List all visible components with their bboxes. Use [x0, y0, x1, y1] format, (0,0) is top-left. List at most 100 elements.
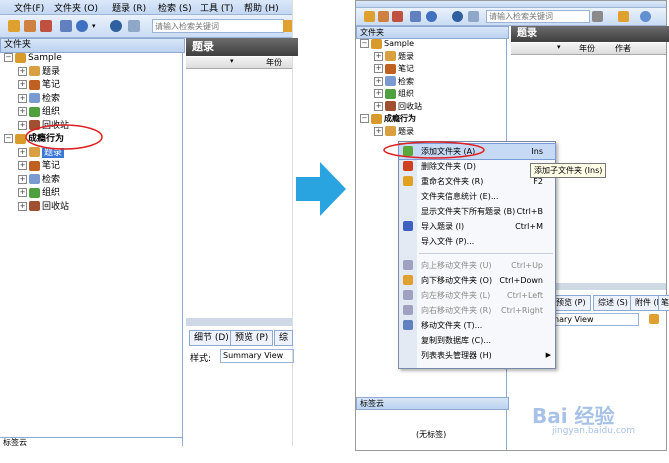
- tree-item[interactable]: + 题录: [374, 51, 414, 64]
- tree-item[interactable]: + 笔记: [374, 63, 414, 76]
- context-menu-item[interactable]: 导入题录 (I) Ctrl+M: [399, 219, 555, 234]
- expand-toggle-icon[interactable]: +: [374, 64, 383, 73]
- tree-item[interactable]: + 笔记: [18, 79, 60, 93]
- collapse-toggle-icon[interactable]: −: [4, 134, 13, 143]
- column-year[interactable]: 年份: [579, 43, 595, 54]
- context-menu-item[interactable]: 向左移动文件夹 (L) Ctrl+Left: [399, 288, 555, 303]
- dropdown-chevron-icon[interactable]: ▾: [92, 22, 96, 30]
- folder-pane-title: 文件夹: [4, 40, 32, 50]
- attach-icon[interactable]: [410, 11, 421, 22]
- globe-icon[interactable]: [76, 20, 88, 32]
- tree-item[interactable]: + 检索: [18, 93, 60, 107]
- edit-style-icon[interactable]: [649, 314, 659, 324]
- style-select[interactable]: nary View: [551, 313, 639, 326]
- tab-notes[interactable]: 笔: [658, 295, 669, 311]
- tree-item[interactable]: − Sample: [4, 52, 62, 66]
- context-menu-item[interactable]: 移动文件夹 (T)...: [399, 318, 555, 333]
- tree-item[interactable]: + 组织: [18, 106, 60, 120]
- menu-item-icon: [403, 221, 413, 231]
- menu-folder[interactable]: 文件夹 (O): [54, 1, 98, 14]
- tab-details[interactable]: 细节 (D): [189, 330, 234, 346]
- tree-item[interactable]: + 检索: [374, 76, 414, 89]
- expand-toggle-icon[interactable]: +: [18, 201, 27, 211]
- import-icon[interactable]: [40, 20, 52, 32]
- refresh-icon[interactable]: [452, 11, 463, 22]
- records-header: 题录: [186, 38, 298, 56]
- tab-preview[interactable]: 预览 (P): [551, 295, 591, 311]
- add-record-icon[interactable]: [378, 11, 389, 22]
- left-splitter[interactable]: [186, 318, 292, 326]
- globe-icon[interactable]: [426, 11, 437, 22]
- expand-toggle-icon[interactable]: +: [374, 126, 383, 136]
- menu-item-label: 向左移动文件夹 (L): [421, 291, 491, 300]
- expand-toggle-icon[interactable]: +: [18, 188, 27, 197]
- options-icon[interactable]: [468, 11, 479, 22]
- new-folder-icon[interactable]: [364, 11, 375, 22]
- tree-item[interactable]: − 成瘾行为: [360, 113, 416, 126]
- search-input[interactable]: [152, 19, 284, 33]
- collapse-toggle-icon[interactable]: −: [4, 53, 13, 62]
- tab-preview[interactable]: 预览 (P): [230, 330, 274, 346]
- menu-records[interactable]: 题录 (R): [112, 1, 146, 14]
- expand-toggle-icon[interactable]: +: [374, 76, 383, 86]
- context-menu-item[interactable]: 向下移动文件夹 (O) Ctrl+Down: [399, 273, 555, 288]
- new-folder-icon[interactable]: [8, 20, 20, 32]
- tree-item[interactable]: + 题录: [374, 126, 414, 139]
- expand-toggle-icon[interactable]: +: [374, 101, 383, 111]
- tree-item[interactable]: + 回收站: [374, 101, 422, 114]
- tree-item[interactable]: + 组织: [374, 88, 414, 101]
- tree-item[interactable]: + 题录: [18, 66, 60, 80]
- menu-search[interactable]: 检索 (S): [158, 1, 192, 14]
- attach-icon[interactable]: [60, 20, 72, 32]
- tab-summary[interactable]: 综: [274, 330, 294, 346]
- tree-item[interactable]: + 检索: [18, 174, 60, 188]
- options-icon[interactable]: [128, 20, 140, 32]
- search-go-icon[interactable]: [283, 20, 292, 32]
- column-year[interactable]: 年份: [266, 57, 282, 68]
- left-toolbar: ▾: [0, 15, 292, 38]
- add-record-icon[interactable]: [24, 20, 36, 32]
- menu-help[interactable]: 帮助 (H): [244, 1, 279, 14]
- folder-icon: [385, 51, 396, 61]
- sort-dropdown-icon[interactable]: ▾: [557, 43, 561, 51]
- expand-toggle-icon[interactable]: +: [18, 80, 27, 89]
- expand-toggle-icon[interactable]: +: [374, 51, 383, 61]
- tree-item[interactable]: + 笔记: [18, 160, 60, 174]
- tab-summary[interactable]: 综述 (S): [593, 295, 633, 311]
- tree-item[interactable]: + 组织: [18, 187, 60, 201]
- menu-file[interactable]: 文件(F): [14, 1, 44, 14]
- expand-toggle-icon[interactable]: +: [18, 107, 27, 116]
- help-icon[interactable]: [640, 11, 651, 22]
- context-menu-item[interactable]: 文件夹信息统计 (E)...: [399, 189, 555, 204]
- refresh-icon[interactable]: [110, 20, 122, 32]
- right-folder-tree: − Sample + 题录 + 笔记 + 检索 + 组织 + 回收站 − 成瘾行为 + 题录: [356, 38, 504, 148]
- menu-tools[interactable]: 工具 (T): [200, 1, 233, 14]
- menu-item-label: 导入文件 (P)...: [421, 237, 475, 246]
- expand-toggle-icon[interactable]: +: [18, 66, 27, 76]
- sort-dropdown-icon[interactable]: ▾: [230, 57, 234, 65]
- collapse-toggle-icon[interactable]: −: [360, 114, 369, 123]
- context-menu-item[interactable]: 列表表头管理器 (H) ▶: [399, 348, 555, 363]
- expand-toggle-icon[interactable]: +: [18, 93, 27, 103]
- collapse-toggle-icon[interactable]: −: [360, 39, 369, 48]
- search-input[interactable]: [486, 10, 590, 23]
- menu-item-label: 显示文件夹下所有题录 (B): [421, 207, 516, 216]
- context-menu-item[interactable]: 复制到数据库 (C)...: [399, 333, 555, 348]
- menu-item-label: 复制到数据库 (C)...: [421, 336, 491, 345]
- tree-item[interactable]: + 回收站: [18, 201, 69, 215]
- context-menu-item[interactable]: 显示文件夹下所有题录 (B) Ctrl+B: [399, 204, 555, 219]
- context-menu-item[interactable]: 向上移动文件夹 (U) Ctrl+Up: [399, 258, 555, 273]
- filter-icon[interactable]: [618, 11, 629, 22]
- context-menu-item[interactable]: 导入文件 (P)...: [399, 234, 555, 249]
- tree-item-label: 成瘾行为: [384, 114, 416, 123]
- search-go-icon[interactable]: [592, 11, 603, 22]
- import-icon[interactable]: [392, 11, 403, 22]
- column-author[interactable]: 作者: [615, 43, 631, 54]
- expand-toggle-icon[interactable]: +: [18, 161, 27, 170]
- menu-item-shortcut: Ctrl+Up: [511, 261, 543, 270]
- context-menu-item[interactable]: 向右移动文件夹 (R) Ctrl+Right: [399, 303, 555, 318]
- style-select[interactable]: Summary View: [220, 349, 294, 363]
- tree-item[interactable]: − Sample: [360, 38, 414, 51]
- expand-toggle-icon[interactable]: +: [374, 89, 383, 98]
- expand-toggle-icon[interactable]: +: [18, 174, 27, 184]
